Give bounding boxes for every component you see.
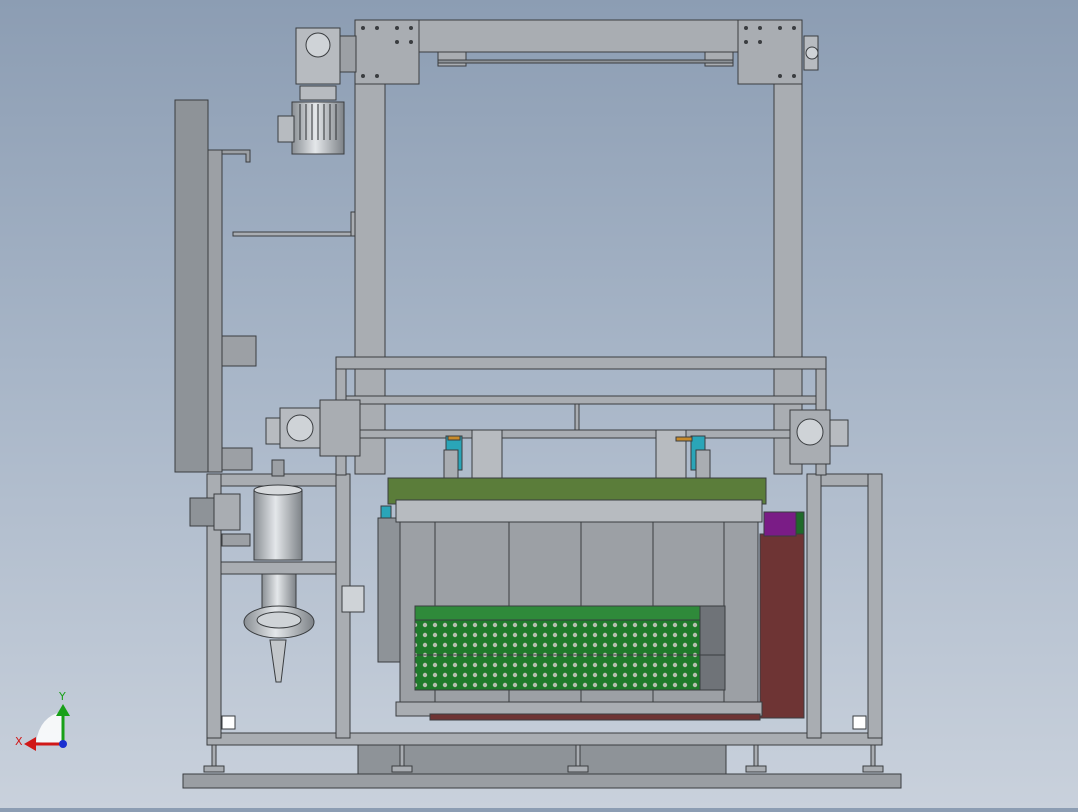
- x-axis-label: X: [15, 735, 23, 748]
- y-axis-label: Y: [58, 690, 66, 703]
- z-axis-marker: [59, 740, 67, 748]
- bottom-rail: [206, 732, 883, 746]
- coordinate-triad: Y X: [15, 690, 70, 751]
- machine-drawing: Y X: [15, 19, 902, 789]
- perforated-basket: [414, 605, 726, 691]
- cross-frame: [335, 356, 827, 476]
- cad-viewport[interactable]: Y X: [0, 0, 1078, 808]
- lower-right-frame: [806, 473, 883, 739]
- middle-gear-motor-right: [789, 409, 849, 465]
